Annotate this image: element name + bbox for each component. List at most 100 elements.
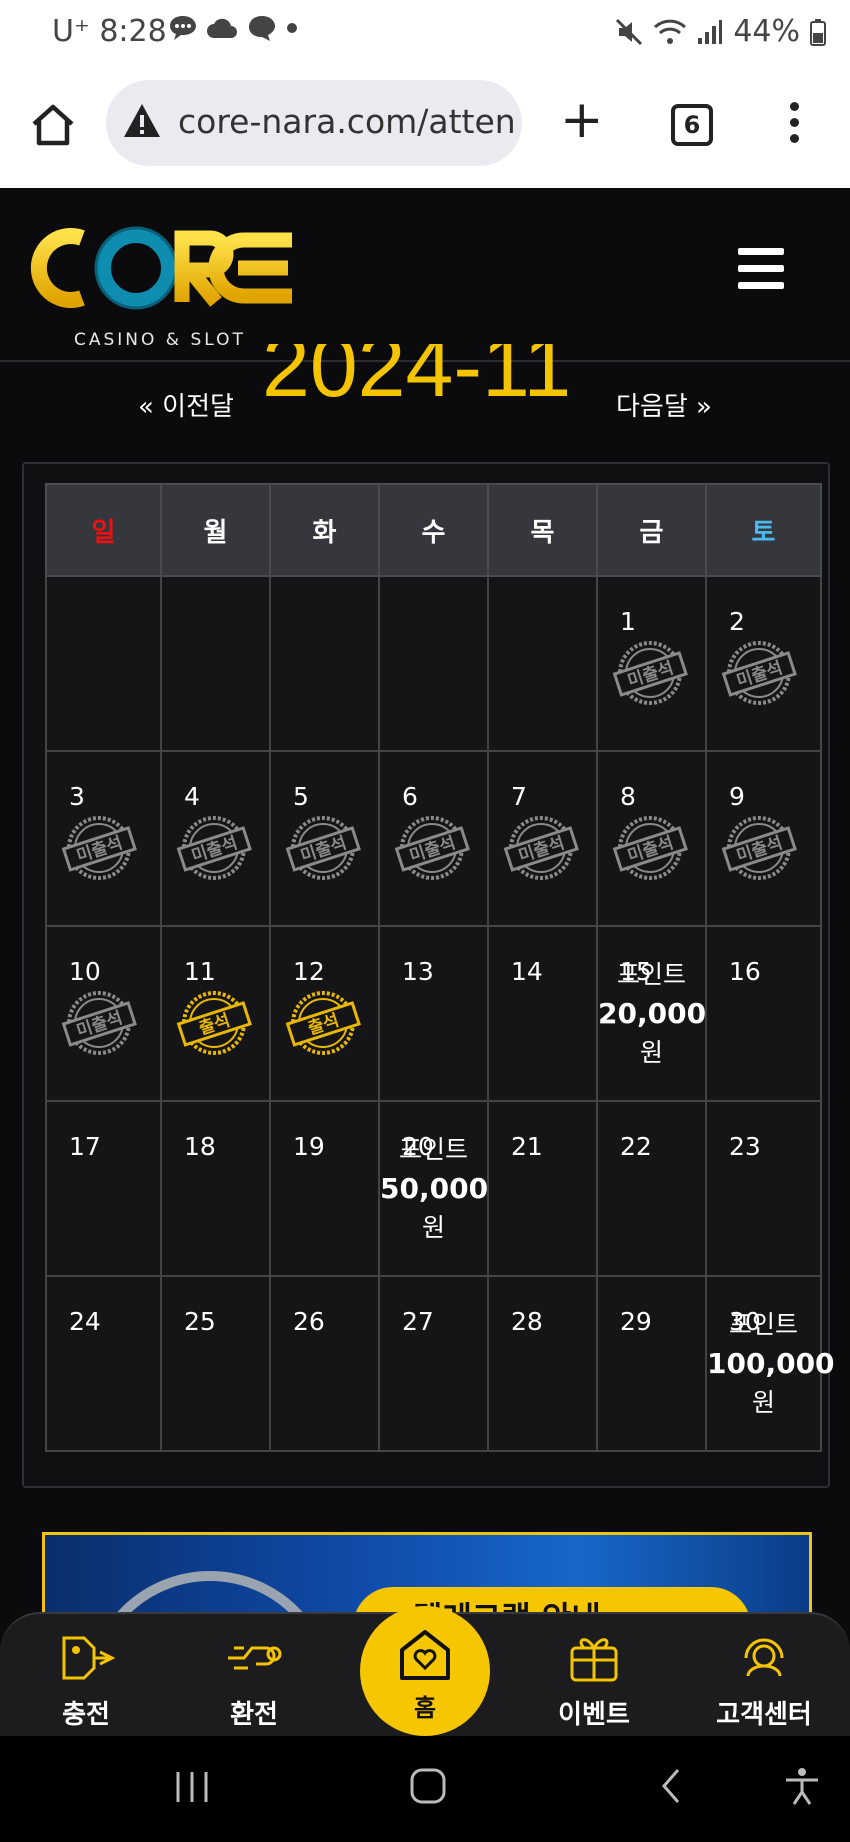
dot-icon (287, 23, 297, 33)
day-number: 21 (511, 1132, 543, 1161)
new-tab-button[interactable]: + (560, 94, 604, 146)
charge-icon (62, 1636, 116, 1680)
absent-stamp-icon: 미출석 (612, 641, 688, 705)
more-menu-icon[interactable] (790, 102, 800, 150)
day-number: 29 (620, 1307, 652, 1336)
nav-event-label: 이벤트 (558, 1700, 630, 1730)
accessibility-icon[interactable] (782, 1766, 822, 1806)
nav-charge-label: 충전 (62, 1700, 110, 1730)
reward-type: 포인트 (616, 960, 686, 989)
core-logo[interactable]: CASINO & SLOT (30, 216, 300, 350)
weekday-monday: 월 (160, 483, 271, 577)
message-icon (170, 16, 196, 40)
calendar-day-4[interactable]: 4 미출석 (160, 750, 271, 927)
absent-stamp-icon: 미출석 (61, 991, 137, 1055)
calendar-day-14[interactable]: 14 (487, 925, 598, 1102)
calendar-day-29[interactable]: 29 (596, 1275, 707, 1452)
home-button-icon[interactable] (408, 1766, 448, 1806)
reward-unit: 원 (421, 1213, 445, 1242)
url-text[interactable]: core-nara.com/atten (178, 102, 516, 141)
battery-percent: 44% (733, 14, 800, 49)
system-navigation (0, 1736, 850, 1842)
calendar-day-23[interactable]: 23 (705, 1100, 822, 1277)
gift-icon (570, 1638, 618, 1682)
calendar-day-28[interactable]: 28 (487, 1275, 598, 1452)
exchange-icon (228, 1646, 282, 1670)
site-header: CASINO & SLOT (0, 188, 850, 362)
reward-unit: 원 (751, 1388, 775, 1417)
calendar-day-13[interactable]: 13 (378, 925, 489, 1102)
nav-event[interactable]: 이벤트 (534, 1628, 654, 1731)
home-heart-icon (400, 1630, 450, 1680)
day-number: 1 (620, 607, 636, 636)
day-number: 14 (511, 957, 543, 986)
calendar-day-11[interactable]: 11 출석 (160, 925, 271, 1102)
back-icon[interactable] (652, 1766, 692, 1806)
calendar-day-21[interactable]: 21 (487, 1100, 598, 1277)
home-icon[interactable] (30, 102, 76, 148)
nav-exchange[interactable]: 환전 (194, 1628, 314, 1731)
address-bar[interactable]: core-nara.com/atten (106, 80, 522, 166)
weekday-thursday: 목 (487, 483, 598, 577)
calendar-day-25[interactable]: 25 (160, 1275, 271, 1452)
nav-support[interactable]: 고객센터 (704, 1628, 824, 1731)
calendar-day-16[interactable]: 16 (705, 925, 822, 1102)
calendar-week-row: 17 18 19 20 포인트 50,000 원 21 22 23 (45, 1100, 822, 1277)
calendar-day-15[interactable]: 15 포인트 20,000 원 (596, 925, 707, 1102)
day-number: 13 (402, 957, 434, 986)
nav-charge[interactable]: 충전 (26, 1628, 146, 1731)
attendance-calendar: 일 월 화 수 목 금 토 1 미출석 2 미출석 3 미출석 4 미출석 5 미출석 6 미출석 7 미… (45, 483, 835, 1452)
calendar-day-24[interactable]: 24 (45, 1275, 162, 1452)
calendar-day-17[interactable]: 17 (45, 1100, 162, 1277)
day-number: 17 (69, 1132, 101, 1161)
next-month-link[interactable]: 다음달 » (616, 386, 712, 423)
logo-graphic (30, 226, 292, 310)
recent-apps-icon[interactable] (172, 1766, 212, 1806)
calendar-day-6[interactable]: 6 미출석 (378, 750, 489, 927)
calendar-day-3[interactable]: 3 미출석 (45, 750, 162, 927)
absent-stamp-icon: 미출석 (721, 641, 797, 705)
tab-count-button[interactable]: 6 (671, 104, 713, 146)
calendar-day-26[interactable]: 26 (269, 1275, 380, 1452)
calendar-day-9[interactable]: 9 미출석 (705, 750, 822, 927)
calendar-day-12[interactable]: 12 출석 (269, 925, 380, 1102)
hamburger-menu-icon[interactable] (738, 248, 784, 299)
day-number: 23 (729, 1132, 761, 1161)
weekday-friday: 금 (596, 483, 707, 577)
day-number: 3 (69, 782, 85, 811)
cloud-icon (207, 18, 237, 38)
absent-stamp-icon: 미출석 (612, 816, 688, 880)
reward-amount: 20,000 (598, 997, 707, 1030)
calendar-day-8[interactable]: 8 미출석 (596, 750, 707, 927)
calendar-empty-cell (160, 575, 271, 752)
calendar-empty-cell (45, 575, 162, 752)
calendar-day-27[interactable]: 27 (378, 1275, 489, 1452)
day-number: 5 (293, 782, 309, 811)
absent-stamp-icon: 미출석 (285, 816, 361, 880)
day-number: 11 (184, 957, 216, 986)
absent-stamp-icon: 미출석 (176, 816, 252, 880)
attended-stamp-icon: 출석 (285, 991, 361, 1055)
calendar-day-2[interactable]: 2 미출석 (705, 575, 822, 752)
wifi-icon (654, 19, 687, 44)
calendar-day-30[interactable]: 30 포인트 100,000 원 (705, 1275, 835, 1452)
calendar-day-7[interactable]: 7 미출석 (487, 750, 598, 927)
calendar-day-10[interactable]: 10 미출석 (45, 925, 162, 1102)
calendar-week-row: 24 25 26 27 28 29 30 포인트 100,000 원 (45, 1275, 835, 1452)
calendar-day-5[interactable]: 5 미출석 (269, 750, 380, 927)
reward-amount: 100,000 (707, 1347, 835, 1380)
calendar-empty-cell (269, 575, 380, 752)
absent-stamp-icon: 미출석 (394, 816, 470, 880)
day-number: 28 (511, 1307, 543, 1336)
day-number: 4 (184, 782, 200, 811)
calendar-day-18[interactable]: 18 (160, 1100, 271, 1277)
nav-home[interactable]: 홈 (360, 1606, 490, 1736)
calendar-day-20[interactable]: 20 포인트 50,000 원 (378, 1100, 489, 1277)
warning-icon[interactable] (122, 102, 162, 140)
calendar-day-1[interactable]: 1 미출석 (596, 575, 707, 752)
calendar-day-19[interactable]: 19 (269, 1100, 380, 1277)
calendar-day-22[interactable]: 22 (596, 1100, 707, 1277)
month-navigation: « 이전달 2024-11 다음달 » (0, 344, 850, 444)
day-number: 27 (402, 1307, 434, 1336)
prev-month-link[interactable]: « 이전달 (138, 386, 234, 423)
